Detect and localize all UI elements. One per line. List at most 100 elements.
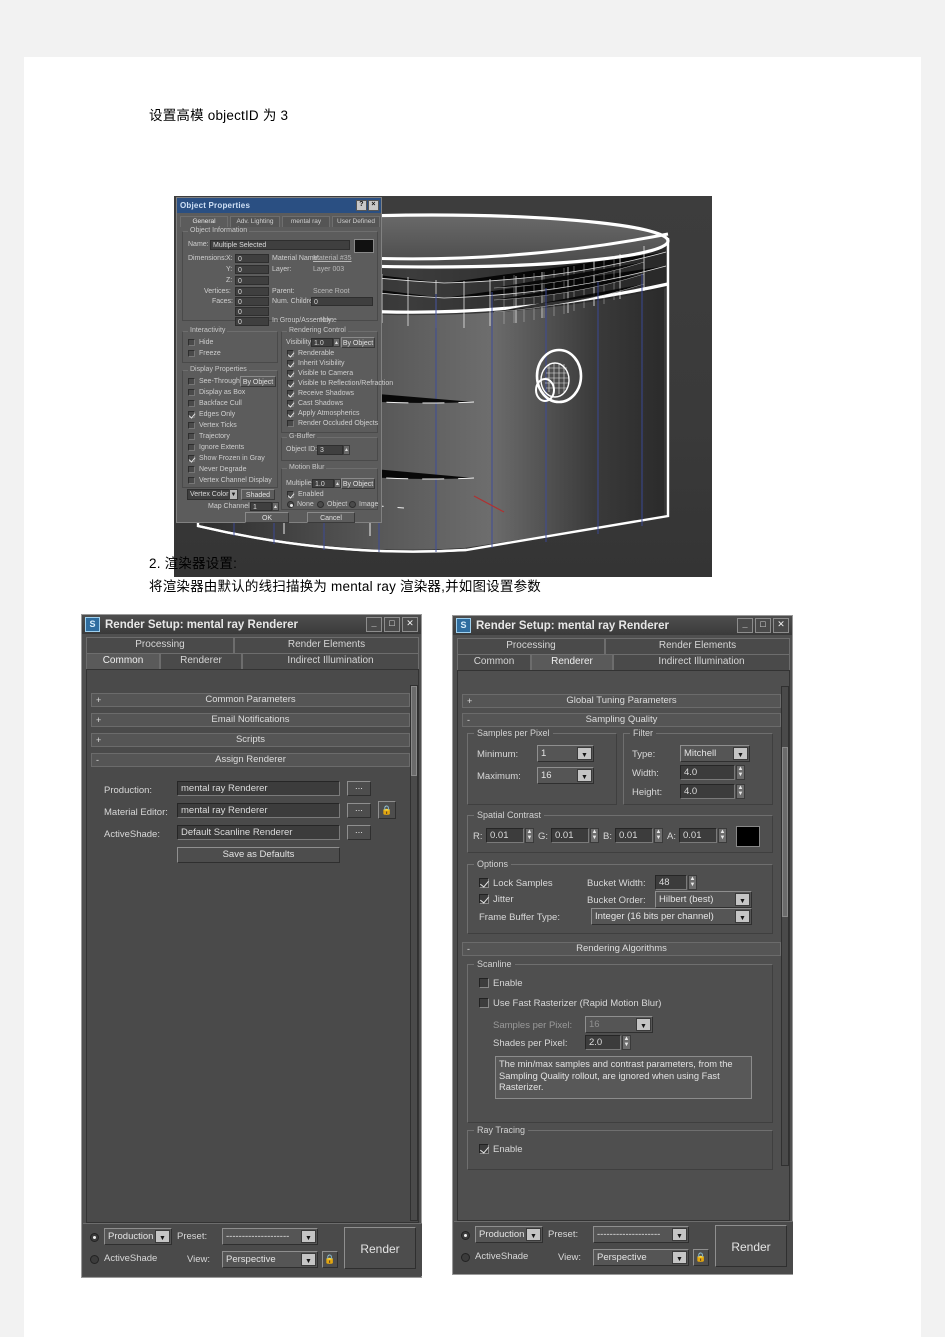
help-icon[interactable]: ? <box>356 200 367 211</box>
scrollbar-thumb[interactable] <box>411 686 417 776</box>
checkbox-apply-atmospherics[interactable] <box>287 410 294 417</box>
filter-width-spinner[interactable]: ▲ ▼ <box>736 765 745 780</box>
radio-image[interactable] <box>349 501 356 508</box>
preset-dropdown[interactable]: -------------------- ▼ <box>222 1228 318 1245</box>
radio-activeshade[interactable] <box>90 1255 99 1264</box>
radio-production[interactable] <box>461 1231 470 1240</box>
checkbox-show-frozen-in-gray[interactable] <box>188 455 195 462</box>
spatial-a-field[interactable]: 0.01 <box>679 828 717 843</box>
checkbox-trajectory[interactable] <box>188 433 195 440</box>
view-dropdown[interactable]: Perspective ▼ <box>222 1251 318 1268</box>
preset-dropdown[interactable]: -------------------- ▼ <box>593 1226 689 1243</box>
chevron-down-icon[interactable]: ▼ <box>155 1230 170 1243</box>
minimum-samples-dropdown[interactable]: 1 ▼ <box>537 745 594 762</box>
checkbox-ignore-extents[interactable] <box>188 444 195 451</box>
rollout-common-parameters[interactable]: + Common Parameters <box>91 693 410 707</box>
bucket-width-field[interactable]: 48 <box>655 875 687 890</box>
checkbox-visible-to-reflection[interactable] <box>287 380 294 387</box>
scrollbar-thumb[interactable] <box>782 747 788 917</box>
material-editor-browse-button[interactable]: ... <box>347 803 371 818</box>
checkbox-never-degrade[interactable] <box>188 466 195 473</box>
close-icon[interactable]: ✕ <box>773 618 789 633</box>
render-setup-dialog-left[interactable]: S Render Setup: mental ray Renderer _ □ … <box>81 614 422 1278</box>
object-id-field[interactable]: 3 <box>317 445 343 455</box>
save-as-defaults-button[interactable]: Save as Defaults <box>177 847 340 863</box>
bucket-width-spinner[interactable]: ▲ ▼ <box>688 875 697 890</box>
tab-common[interactable]: Common <box>86 653 160 669</box>
bucket-order-dropdown[interactable]: Hilbert (best) ▼ <box>655 891 752 908</box>
cancel-button[interactable]: Cancel <box>307 512 355 523</box>
rollout-rendering-algorithms[interactable]: - Rendering Algorithms <box>462 942 781 956</box>
checkbox-freeze[interactable] <box>188 350 195 357</box>
tab-renderer[interactable]: Renderer <box>160 653 242 669</box>
rollout-assign-renderer[interactable]: - Assign Renderer <box>91 753 410 767</box>
chevron-down-icon[interactable]: ▼ <box>577 769 592 782</box>
object-properties-dialog[interactable]: Object Properties ? × General Adv. Light… <box>176 197 393 523</box>
rendering-by-object-button[interactable]: By Object <box>341 337 375 348</box>
chevron-down-icon[interactable]: ▼ <box>526 1228 541 1241</box>
visibility-spinner[interactable]: ▲ <box>333 338 340 347</box>
checkbox-backface-cull[interactable] <box>188 400 195 407</box>
filter-width-field[interactable]: 4.0 <box>680 765 735 780</box>
tab-indirect-illumination[interactable]: Indirect Illumination <box>613 654 790 670</box>
display-by-object-button[interactable]: By Object <box>240 376 276 387</box>
shaded-button[interactable]: Shaded <box>241 489 275 500</box>
production-dropdown[interactable]: Production ▼ <box>104 1228 172 1245</box>
render-button[interactable]: Render <box>715 1225 787 1267</box>
checkbox-render-occluded-objects[interactable] <box>287 420 294 427</box>
checkbox-lock-samples[interactable] <box>479 878 489 888</box>
render-setup-dialog-right[interactable]: S Render Setup: mental ray Renderer _ □ … <box>452 615 793 1275</box>
maximize-icon[interactable]: □ <box>755 618 771 633</box>
production-dropdown[interactable]: Production ▼ <box>475 1226 543 1243</box>
spatial-contrast-color-swatch[interactable] <box>736 826 760 847</box>
motion-blur-by-object-button[interactable]: By Object <box>341 478 375 489</box>
lock-icon[interactable]: 🔒 <box>378 801 396 819</box>
map-channel-field[interactable]: 1 <box>250 502 272 511</box>
spatial-a-spinner[interactable]: ▲ ▼ <box>718 828 727 843</box>
chevron-down-icon[interactable]: ▼ <box>577 747 592 760</box>
checkbox-use-fast-rasterizer[interactable] <box>479 998 489 1008</box>
chevron-down-icon[interactable]: ▼ <box>301 1253 316 1266</box>
spatial-g-spinner[interactable]: ▲ ▼ <box>590 828 599 843</box>
checkbox-motion-blur-enabled[interactable] <box>287 491 294 498</box>
checkbox-receive-shadows[interactable] <box>287 390 294 397</box>
tab-render-elements[interactable]: Render Elements <box>234 637 419 653</box>
rollout-email-notifications[interactable]: + Email Notifications <box>91 713 410 727</box>
checkbox-scanline-enable[interactable] <box>479 978 489 988</box>
chevron-down-icon[interactable]: ▼ <box>672 1228 687 1241</box>
tab-processing[interactable]: Processing <box>457 638 605 654</box>
checkbox-cast-shadows[interactable] <box>287 400 294 407</box>
filter-type-dropdown[interactable]: Mitchell ▼ <box>680 745 750 762</box>
chevron-down-icon[interactable]: ▼ <box>229 489 238 500</box>
minimize-icon[interactable]: _ <box>737 618 753 633</box>
shades-per-pixel-spinner[interactable]: ▲ ▼ <box>622 1035 631 1050</box>
radio-activeshade[interactable] <box>461 1253 470 1262</box>
chevron-down-icon[interactable]: ▼ <box>735 910 750 923</box>
chevron-down-icon[interactable]: ▼ <box>733 747 748 760</box>
frame-buffer-type-dropdown[interactable]: Integer (16 bits per channel) ▼ <box>591 908 752 925</box>
filter-height-field[interactable]: 4.0 <box>680 784 735 799</box>
checkbox-see-through[interactable] <box>188 378 195 385</box>
production-browse-button[interactable]: ... <box>347 781 371 796</box>
ok-button[interactable]: OK <box>245 512 289 523</box>
minimize-icon[interactable]: _ <box>366 617 382 632</box>
spatial-r-field[interactable]: 0.01 <box>486 828 524 843</box>
activeshade-browse-button[interactable]: ... <box>347 825 371 840</box>
spatial-b-spinner[interactable]: ▲ ▼ <box>654 828 663 843</box>
name-field[interactable]: Multiple Selected <box>210 240 350 250</box>
spatial-b-field[interactable]: 0.01 <box>615 828 653 843</box>
close-icon[interactable]: × <box>368 200 379 211</box>
chevron-down-icon[interactable]: ▼ <box>735 893 750 906</box>
object-id-spinner[interactable]: ▲ <box>343 445 350 455</box>
maximum-samples-dropdown[interactable]: 16 ▼ <box>537 767 594 784</box>
maximize-icon[interactable]: □ <box>384 617 400 632</box>
tab-renderer[interactable]: Renderer <box>531 654 613 670</box>
checkbox-ray-tracing-enable[interactable] <box>479 1144 489 1154</box>
checkbox-visible-to-camera[interactable] <box>287 370 294 377</box>
tab-user-defined[interactable]: User Defined <box>332 216 380 227</box>
lock-icon[interactable]: 🔒 <box>322 1251 338 1268</box>
checkbox-edges-only[interactable] <box>188 411 195 418</box>
scrollbar-vertical[interactable] <box>781 686 789 1166</box>
render-button[interactable]: Render <box>344 1227 416 1269</box>
lock-icon[interactable]: 🔒 <box>693 1249 709 1266</box>
